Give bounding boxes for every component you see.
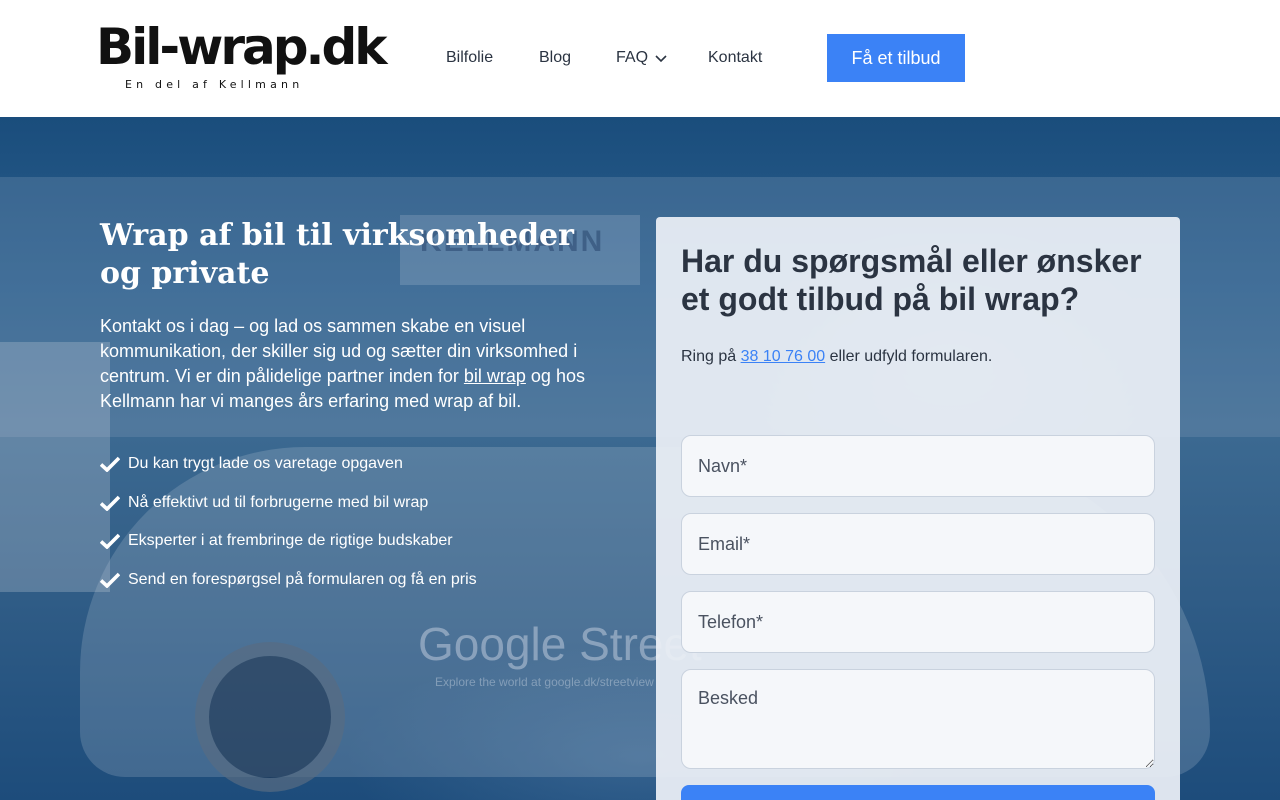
- name-field[interactable]: [681, 435, 1155, 497]
- hero-background-car-subtext: Explore the world at google.dk/streetvie…: [435, 675, 654, 689]
- list-item-text: Eksperter i at frembringe de rigtige bud…: [128, 532, 453, 550]
- submit-button[interactable]: [681, 785, 1155, 800]
- hero-background-truck: [0, 342, 110, 592]
- hero-title: Wrap af bil til virksomheder og private: [100, 218, 574, 291]
- form-call-suffix: eller udfyld formularen.: [825, 348, 993, 365]
- hero-intro: Kontakt os i dag – og lad os sammen skab…: [100, 314, 600, 414]
- hero-section: KELLMANN Google Street Explore the world…: [0, 117, 1280, 800]
- list-item: Send en forespørgsel på formularen og få…: [100, 570, 477, 590]
- email-field[interactable]: [681, 513, 1155, 575]
- logo-wordmark: Bil-wrap.dk: [96, 18, 388, 76]
- list-item: Nå effektivt ud til forbrugerne med bil …: [100, 493, 477, 513]
- logo-tagline: En del af Kellmann: [125, 78, 304, 91]
- form-call-text: Ring på 38 10 76 00 eller udfyld formula…: [681, 348, 992, 366]
- hero-background-wheel: [195, 642, 345, 792]
- check-icon: [100, 534, 120, 550]
- benefit-list: Du kan trygt lade os varetage opgaven Nå…: [100, 454, 477, 609]
- bil-wrap-link[interactable]: bil wrap: [464, 366, 526, 386]
- list-item-text: Nå effektivt ud til forbrugerne med bil …: [128, 493, 429, 511]
- contact-form-card: Har du spørgsmål eller ønsker et godt ti…: [656, 217, 1180, 800]
- get-quote-button[interactable]: Få et tilbud: [827, 34, 965, 82]
- message-field[interactable]: [681, 669, 1155, 769]
- nav-kontakt[interactable]: Kontakt: [708, 48, 762, 68]
- check-icon: [100, 572, 120, 589]
- nav-faq[interactable]: FAQ: [616, 48, 668, 68]
- phone-link[interactable]: 38 10 76 00: [741, 348, 826, 365]
- check-icon: [100, 495, 120, 511]
- nav-blog[interactable]: Blog: [539, 48, 571, 68]
- list-item-text: Send en forespørgsel på formularen og få…: [128, 571, 477, 589]
- form-title: Har du spørgsmål eller ønsker et godt ti…: [681, 243, 1142, 317]
- list-item: Eksperter i at frembringe de rigtige bud…: [100, 531, 477, 551]
- nav-bilfolie[interactable]: Bilfolie: [446, 48, 493, 68]
- phone-field[interactable]: [681, 591, 1155, 653]
- site-header: Bil-wrap.dk En del af Kellmann Bilfolie …: [0, 0, 1280, 117]
- logo[interactable]: Bil-wrap.dk En del af Kellmann: [96, 18, 388, 98]
- chevron-down-icon: [655, 55, 667, 63]
- list-item-text: Du kan trygt lade os varetage opgaven: [128, 455, 403, 472]
- check-icon: [100, 456, 120, 472]
- form-call-prefix: Ring på: [681, 348, 741, 365]
- nav-faq-label: FAQ: [616, 49, 649, 66]
- list-item: Du kan trygt lade os varetage opgaven: [100, 454, 477, 474]
